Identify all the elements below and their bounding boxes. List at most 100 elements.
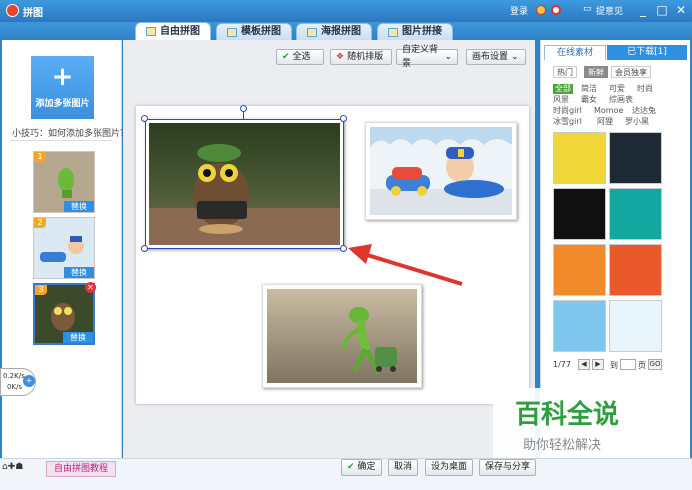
delete-icon[interactable]: ✕ [85,282,96,293]
shuffle-icon: ❖ [336,52,345,62]
tab-label: 自由拼图 [160,25,200,37]
category-fashion[interactable]: 时尚 [637,84,653,94]
add-images-label: 添加多张图片 [35,99,90,109]
user-icon[interactable] [536,5,546,15]
add-images-button[interactable]: + 添加多张图片 [31,56,94,119]
template-thumbnail[interactable] [553,132,606,184]
tab-template-collage[interactable]: 模板拼图 [216,23,292,40]
poster-collage-icon [307,27,317,37]
category-simple[interactable]: 简洁 [581,84,597,94]
thumbnail-1[interactable]: 1 替换 [33,151,95,213]
template-thumbnail[interactable] [609,300,662,352]
template-thumbnail[interactable] [609,188,662,240]
category-cute[interactable]: 可爱 [609,84,625,94]
resize-handle-bl[interactable] [141,245,148,252]
chip-member[interactable]: 会员独享 [611,66,651,78]
watermark: 百科全说 助你轻松解决 [493,388,673,458]
tab-poster-collage[interactable]: 海报拼图 [296,23,372,40]
button-label: 随机排版 [347,52,384,62]
template-thumbnail[interactable] [609,132,662,184]
upload-speed: 0.2K/s [3,372,25,380]
category-ali[interactable]: 阿狸 [597,117,613,127]
category-momoe[interactable]: Momoe [594,106,623,116]
weibo-icon[interactable] [551,5,561,15]
confirm-button[interactable]: ✔ 确定 [341,459,382,476]
category-all[interactable]: 全部 [553,84,573,94]
category-ice-girl[interactable]: 冰雪girl [553,117,582,127]
tab-free-collage[interactable]: 自由拼图 [135,22,211,40]
thumbnail-number: 1 [34,152,46,162]
template-thumbnail[interactable] [609,244,662,296]
bottom-icons[interactable]: ⌂✚☗ [2,462,46,476]
go-button[interactable]: GO [648,359,662,370]
rotate-handle[interactable] [240,105,247,112]
button-label: 画布设置 [472,52,509,62]
button-label: 全选 [292,52,311,62]
tip-link[interactable]: 小技巧：如何添加多张图片？ [12,126,129,139]
chip-hot[interactable]: 热门 [553,66,577,78]
tab-label: 海报拼图 [321,26,361,37]
canvas-settings-dropdown[interactable]: 画布设置 ⌄ [466,49,526,65]
divider [10,140,112,141]
resize-handle-tr[interactable] [340,115,347,122]
category-drawing[interactable]: 综画表 [609,95,633,105]
frog-image [267,289,417,383]
save-share-button[interactable]: 保存与分享 [479,459,537,476]
chevron-down-icon: ⌄ [444,52,452,62]
category-fashion-girl[interactable]: 时尚girl [553,106,582,116]
replace-button[interactable]: 替换 [64,201,94,212]
chip-new[interactable]: 新鲜 [584,66,608,78]
tutorial-button[interactable]: 自由拼图教程 [46,461,116,477]
custom-background-dropdown[interactable]: 自定义背景 ⌄ [396,45,458,69]
page-number-input[interactable] [620,359,636,370]
template-thumbnail[interactable] [553,188,606,240]
login-link[interactable]: 登录 [510,4,528,17]
app-logo-icon [6,4,19,17]
template-thumbnail[interactable] [553,244,606,296]
close-button[interactable]: ✕ [674,3,688,17]
random-layout-button[interactable]: ❖ 随机排版 [330,49,392,65]
tab-image-stitch[interactable]: 图片拼接 [377,23,453,40]
category-dada-rabbit[interactable]: 达达兔 [632,106,656,116]
feedback-icon[interactable]: ▭ [583,4,592,14]
cancel-button[interactable]: 取消 [388,459,419,476]
thumbnail-number: 3 [35,285,47,295]
image-stitch-icon [388,27,398,37]
rotate-stem [243,111,244,119]
button-label: 自定义背景 [402,45,439,69]
replace-button[interactable]: 替换 [63,332,93,343]
thumbnail-2[interactable]: 2 替换 [33,217,95,279]
tab-label: 图片拼接 [402,26,442,37]
resize-handle-tl[interactable] [141,115,148,122]
thumbnail-3[interactable]: 3 ✕ 替换 [33,282,96,345]
template-thumbnail[interactable] [553,300,606,352]
watermark-title: 百科全说 [515,400,620,430]
template-collage-icon [227,27,237,37]
tab-downloaded[interactable]: 已下载[1] [607,45,687,60]
goto-label: 到 [610,361,618,370]
baby-photo[interactable] [365,122,517,220]
set-desktop-button[interactable]: 设为桌面 [425,459,474,476]
select-all-button[interactable]: ✔ 全选 [276,49,324,65]
category-girl[interactable]: 霸女 [581,95,597,105]
thumbnail-number: 2 [34,218,46,228]
download-speed: 0K/s [7,383,23,391]
baby-image [370,127,512,215]
chevron-down-icon: ⌄ [511,52,519,62]
minimize-button[interactable]: _ [636,3,650,17]
network-speed-widget[interactable]: 0.2K/s 0K/s + [0,368,36,396]
category-scenery[interactable]: 风景 [553,95,569,105]
replace-button[interactable]: 替换 [64,267,94,278]
feedback-link[interactable]: 提意见 [596,4,623,17]
prev-page-button[interactable]: ◀ [578,359,590,370]
free-collage-icon [146,27,156,36]
plus-icon: + [51,62,74,92]
watermark-subtitle: 助你轻松解决 [523,438,602,453]
category-luoxiaohei[interactable]: 罗小黑 [625,117,649,127]
selection-box [145,119,344,249]
frog-photo[interactable] [262,284,422,388]
next-page-button[interactable]: ▶ [592,359,604,370]
window-title: 拼图 [23,8,43,19]
tab-online-materials[interactable]: 在线素材 [544,45,606,60]
maximize-button[interactable]: □ [655,3,669,17]
